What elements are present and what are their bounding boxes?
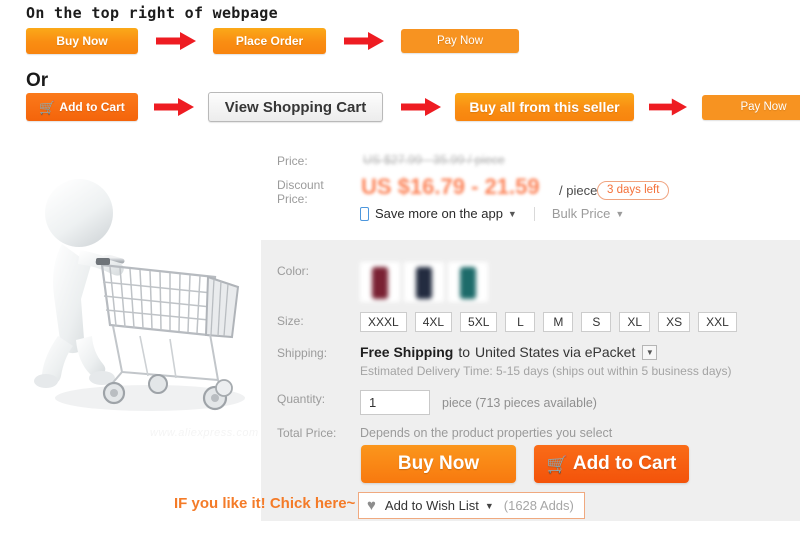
- instructions-heading: On the top right of webpage: [26, 4, 278, 22]
- shipping-label: Shipping:: [277, 346, 328, 360]
- view-shopping-cart-button[interactable]: View Shopping Cart: [208, 92, 383, 122]
- size-option-list: XXXL 4XL 5XL L M S XL XS XXL: [360, 312, 745, 332]
- add-to-cart-flow-button[interactable]: 🛒 Add to Cart: [26, 93, 138, 121]
- right-arrow-icon: [154, 98, 194, 116]
- color-swatch-thumb: [372, 267, 388, 299]
- buy-all-from-seller-button[interactable]: Buy all from this seller: [455, 93, 634, 121]
- color-swatch[interactable]: [404, 262, 444, 302]
- flow-row-top: Buy Now Place Order Pay Now: [26, 28, 519, 54]
- size-option[interactable]: XL: [619, 312, 651, 332]
- heart-icon: ♥: [367, 497, 376, 514]
- app-promo-row: Save more on the app ▼ Bulk Price ▼: [360, 206, 624, 221]
- shipping-row: Shipping: Free Shipping to United States…: [261, 344, 800, 384]
- color-swatch-list: [360, 262, 492, 302]
- caret-down-icon[interactable]: ▼: [508, 209, 517, 219]
- product-options-panel: Color: Size: XXXL 4XL 5XL L M S XL XS XXL Shippi…: [174, 240, 800, 521]
- total-price-value-wrap: Depends on the product properties you se…: [360, 424, 612, 442]
- mobile-phone-icon: [360, 206, 369, 221]
- right-arrow-icon: [649, 98, 687, 116]
- color-label: Color:: [277, 264, 310, 278]
- size-option[interactable]: XS: [658, 312, 691, 332]
- cart-icon: 🛒: [39, 99, 56, 115]
- size-option[interactable]: 5XL: [460, 312, 498, 332]
- discount-label-line2: Price:: [277, 192, 308, 206]
- caret-down-icon[interactable]: ▼: [485, 501, 494, 511]
- size-option[interactable]: M: [543, 312, 574, 332]
- cart-icon: 🛒: [546, 454, 568, 474]
- image-watermark: www.aliexpress.com: [150, 427, 259, 439]
- color-swatch-thumb: [460, 267, 476, 299]
- shipping-method-dropdown[interactable]: ▼: [642, 344, 658, 360]
- total-price-row: Total Price: Depends on the product prop…: [261, 424, 800, 444]
- size-option[interactable]: XXXL: [360, 312, 407, 332]
- size-option[interactable]: XXL: [698, 312, 737, 332]
- color-row: Color:: [261, 262, 800, 304]
- free-shipping-text: Free Shipping: [360, 344, 454, 360]
- total-price-value: Depends on the product properties you se…: [360, 426, 613, 440]
- buy-now-flow-button[interactable]: Buy Now: [26, 28, 138, 54]
- product-image: [10, 140, 260, 440]
- wishlist-count: (1628 Adds): [503, 498, 574, 513]
- quantity-input[interactable]: [360, 390, 430, 415]
- delivery-estimate: Estimated Delivery Time: 5-15 days (ship…: [360, 364, 732, 378]
- instructions-or-label: Or: [26, 70, 49, 91]
- add-to-cart-button[interactable]: 🛒 Add to Cart: [534, 445, 689, 483]
- discount-price-value: US $16.79 - 21.59: [361, 174, 540, 199]
- size-option[interactable]: L: [505, 312, 536, 332]
- quantity-row: Quantity: piece (713 pieces available): [261, 390, 800, 416]
- discount-label-line1: Discount: [277, 178, 324, 192]
- shipping-details: Free Shipping to United States via ePack…: [360, 344, 732, 378]
- add-to-wish-list-label: Add to Wish List: [384, 498, 479, 513]
- shipping-destination: United States via ePacket: [475, 344, 636, 360]
- discount-price-label: Discount Price:: [277, 178, 357, 206]
- right-arrow-icon: [401, 98, 441, 116]
- flow-row-bottom: 🛒 Add to Cart View Shopping Cart Buy all…: [26, 92, 800, 122]
- price-unit: / piece: [559, 183, 598, 198]
- right-arrow-icon: [344, 32, 384, 50]
- wishlist-hint-text: IF you like it! Chick here~: [174, 495, 356, 512]
- pay-now-flow-button-2[interactable]: Pay Now: [702, 94, 800, 120]
- size-option[interactable]: 4XL: [414, 312, 453, 332]
- pay-now-flow-button-1[interactable]: Pay Now: [401, 29, 519, 53]
- instructions-block: On the top right of webpage Or Buy Now P…: [0, 0, 800, 133]
- price-label: Price:: [277, 154, 308, 168]
- add-to-cart-flow-label: Add to Cart: [59, 100, 125, 114]
- app-promo-link[interactable]: Save more on the app: [375, 206, 503, 221]
- size-option[interactable]: S: [581, 312, 612, 332]
- bulk-price-link[interactable]: Bulk Price: [552, 206, 611, 221]
- caret-down-icon[interactable]: ▼: [615, 209, 624, 219]
- color-swatch-thumb: [416, 267, 432, 299]
- place-order-flow-button[interactable]: Place Order: [213, 28, 326, 54]
- size-row: Size: XXXL 4XL 5XL L M S XL XS XXL: [261, 312, 800, 336]
- quantity-controls: piece (713 pieces available): [360, 390, 597, 415]
- color-swatch[interactable]: [360, 262, 400, 302]
- price-block: Price: US $27.99 - 35.99 / piece Discoun…: [261, 148, 800, 240]
- shipping-to-text: to: [458, 344, 471, 360]
- cta-button-group: Buy Now 🛒 Add to Cart: [361, 445, 689, 483]
- add-to-cart-label: Add to Cart: [572, 453, 677, 474]
- divider: [533, 206, 535, 221]
- original-price-value: US $27.99 - 35.99 / piece: [363, 153, 505, 167]
- buy-now-button[interactable]: Buy Now: [361, 445, 516, 483]
- size-label: Size:: [277, 314, 304, 328]
- right-arrow-icon: [156, 32, 196, 50]
- total-price-label: Total Price:: [277, 426, 337, 440]
- quantity-availability-note: piece (713 pieces available): [442, 395, 597, 410]
- days-left-badge: 3 days left: [597, 181, 670, 200]
- add-to-wish-list-button[interactable]: ♥ Add to Wish List ▼ (1628 Adds): [358, 492, 585, 519]
- quantity-label: Quantity:: [277, 392, 326, 406]
- color-swatch[interactable]: [448, 262, 488, 302]
